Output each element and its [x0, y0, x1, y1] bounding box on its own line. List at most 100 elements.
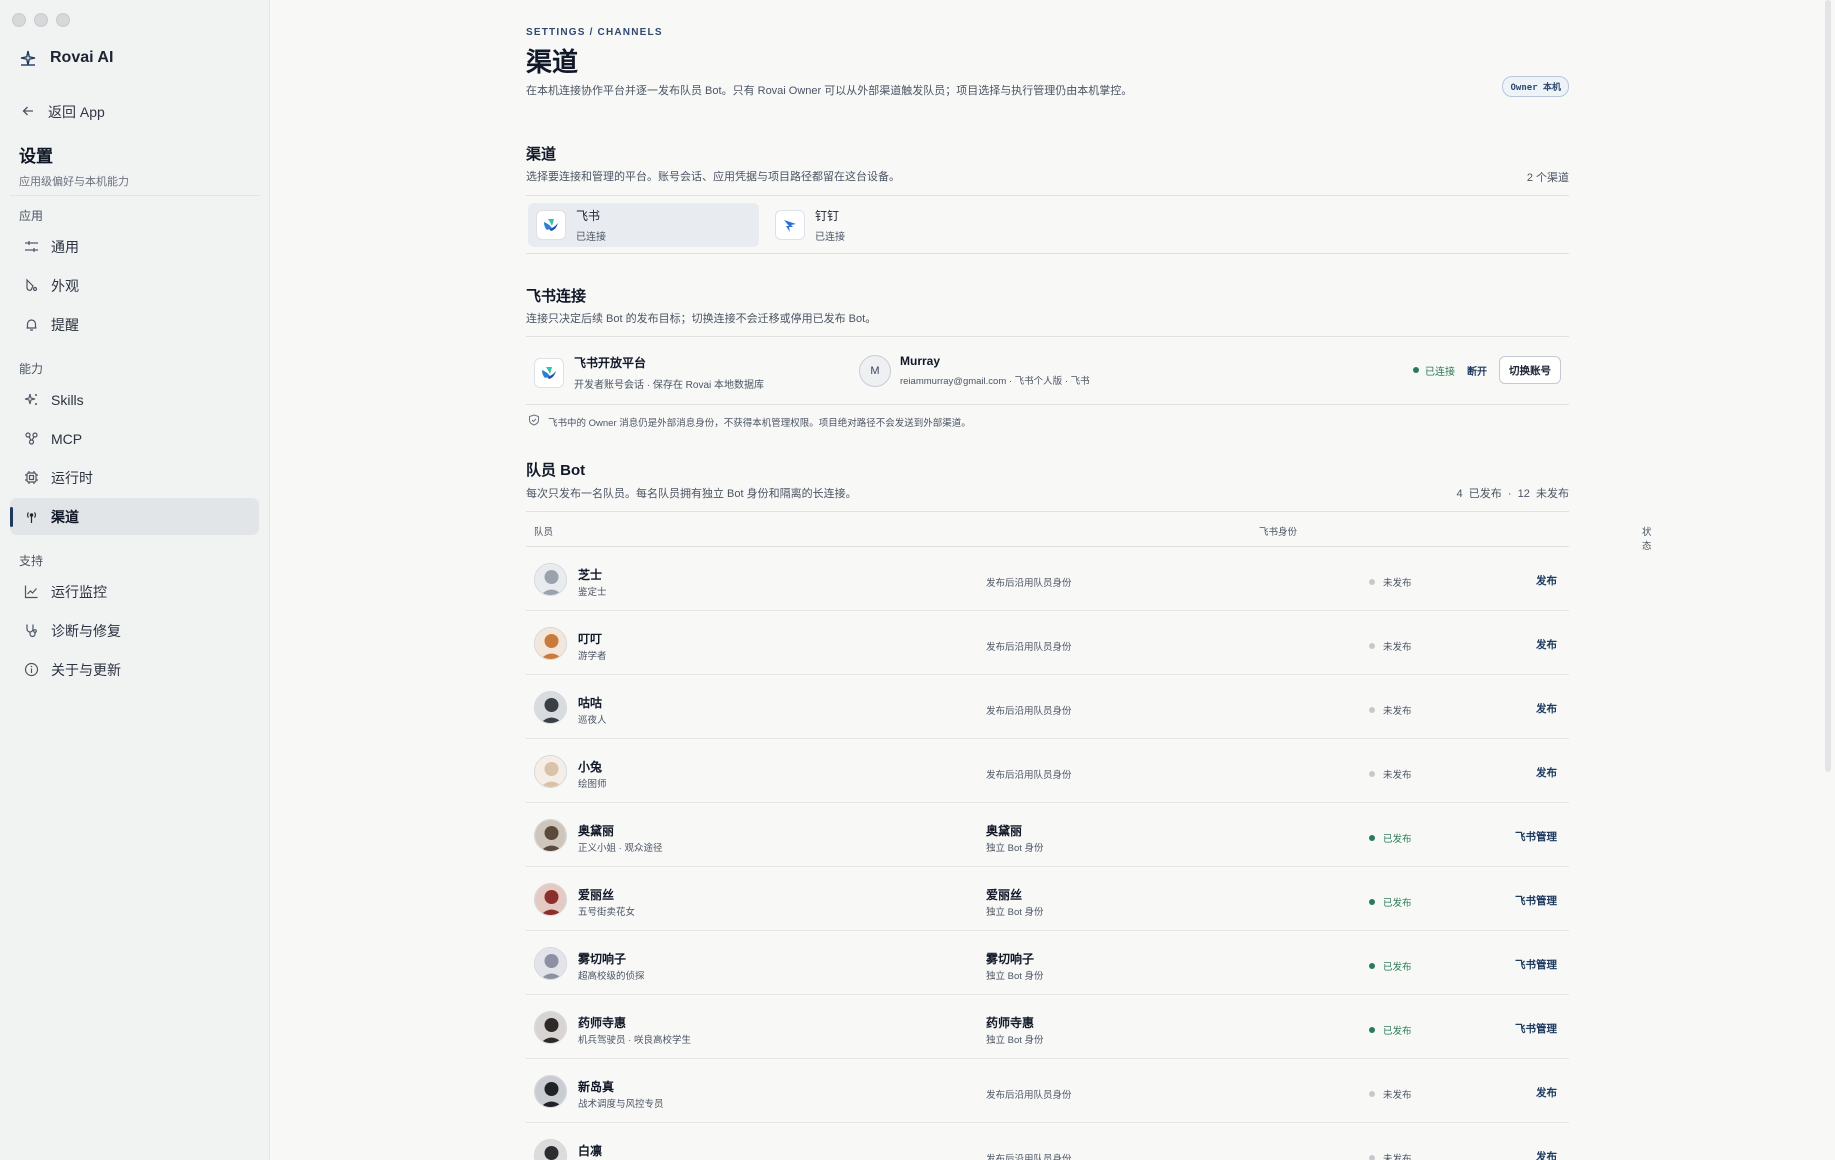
- sidebar-item-skills[interactable]: Skills: [10, 381, 259, 418]
- sidebar-item-reminders[interactable]: 提醒: [10, 306, 259, 343]
- minimize-window-button[interactable]: [34, 13, 48, 27]
- owner-badge: Owner 本机: [1502, 76, 1569, 97]
- sidebar-item-runtime[interactable]: 运行时: [10, 459, 259, 496]
- status-dot: [1369, 1091, 1375, 1097]
- member-role: 游学者: [578, 651, 607, 662]
- app-name: Rovai AI: [50, 49, 114, 66]
- platform-title: 飞书开放平台: [574, 356, 647, 370]
- divider: [526, 195, 1569, 196]
- avatar: [534, 755, 567, 788]
- manage-button[interactable]: 飞书管理: [1515, 957, 1557, 972]
- status-label: 已发布: [1383, 898, 1412, 909]
- channel-tab-dingtalk[interactable]: 钉钉 已连接: [767, 203, 998, 247]
- member-role: 战术调度与风控专员: [578, 1099, 664, 1110]
- bot-identity-type: 独立 Bot 身份: [986, 971, 1044, 982]
- zoom-window-button[interactable]: [56, 13, 70, 27]
- avatar: M: [859, 354, 891, 387]
- sidebar-item-monitoring[interactable]: 运行监控: [10, 573, 259, 610]
- member-name: 雾切响子: [578, 952, 627, 966]
- page-title: 渠道: [526, 47, 579, 77]
- member-name: 爱丽丝: [578, 888, 615, 902]
- connection-actions: 已连接 断开 切换账号: [1413, 356, 1561, 384]
- channel-name: 飞书: [576, 209, 601, 223]
- status-label: 未发布: [1383, 1154, 1412, 1160]
- feishu-logo-icon: [536, 210, 566, 240]
- status-dot: [1369, 707, 1375, 713]
- bots-counts: 4 已发布 · 12 未发布: [1456, 485, 1569, 501]
- arrow-left-icon: [22, 104, 34, 120]
- table-row: 爱丽丝 五号街卖花女 爱丽丝 独立 Bot 身份 已发布 飞书管理: [526, 867, 1569, 931]
- status-badge: 未发布: [1369, 767, 1412, 781]
- sidebar-item-general[interactable]: 通用: [10, 228, 259, 265]
- member-name: 叮叮: [578, 632, 603, 646]
- avatar: [534, 627, 567, 660]
- disconnect-button[interactable]: 断开: [1467, 363, 1487, 378]
- status-badge: 未发布: [1369, 575, 1412, 589]
- status-dot: [1369, 963, 1375, 969]
- sidebar-item-diagnostics[interactable]: 诊断与修复: [10, 612, 259, 649]
- info-icon: [23, 662, 39, 678]
- antenna-icon: [23, 509, 39, 525]
- table-row: 药师寺惠 机兵驾驶员 · 咲良高校学生 药师寺惠 独立 Bot 身份 已发布 飞…: [526, 995, 1569, 1059]
- manage-button[interactable]: 飞书管理: [1515, 829, 1557, 844]
- channel-tab-text: 飞书 已连接: [576, 207, 606, 243]
- sparkle-icon: [23, 392, 39, 408]
- avatar: [534, 819, 567, 852]
- platform-text: 飞书开放平台 开发者账号会话 · 保存在 Rovai 本地数据库: [574, 354, 764, 391]
- sidebar-item-about[interactable]: 关于与更新: [10, 651, 259, 688]
- switch-account-button[interactable]: 切换账号: [1499, 356, 1561, 384]
- table-row: 白凛 发布后沿用队员身份 未发布 发布: [526, 1123, 1569, 1160]
- manage-button[interactable]: 飞书管理: [1515, 893, 1557, 908]
- connection-section-description: 连接只决定后续 Bot 的发布目标；切换连接不会迁移或停用已发布 Bot。: [526, 313, 877, 325]
- bot-identity: 发布后沿用队员身份: [986, 1154, 1072, 1160]
- table-row: 奥黛丽 正义小姐 · 观众途径 奥黛丽 独立 Bot 身份 已发布 飞书管理: [526, 803, 1569, 867]
- member-name: 小兔: [578, 760, 603, 774]
- status-label: 未发布: [1383, 706, 1412, 717]
- member-role: 超高校级的侦探: [578, 971, 645, 982]
- sidebar-item-label: 运行时: [51, 469, 93, 486]
- divider: [526, 404, 1569, 405]
- unpublished-count: 12 未发布: [1517, 488, 1569, 500]
- page-description: 在本机连接协作平台并逐一发布队员 Bot。只有 Rovai Owner 可以从外…: [526, 85, 1133, 97]
- manage-button[interactable]: 飞书管理: [1515, 1021, 1557, 1036]
- status-label: 未发布: [1383, 578, 1412, 589]
- publish-button[interactable]: 发布: [1536, 1085, 1557, 1100]
- channel-tab-feishu[interactable]: 飞书 已连接: [528, 203, 759, 247]
- bot-identity-type: 独立 Bot 身份: [986, 907, 1044, 918]
- sidebar-item-appearance[interactable]: 外观: [10, 267, 259, 304]
- group-label-capabilities: 能力: [19, 362, 44, 376]
- status-badge: 已发布: [1369, 959, 1412, 973]
- bot-identity-type: 独立 Bot 身份: [986, 1035, 1044, 1046]
- back-to-app-button[interactable]: 返回 App: [22, 102, 105, 122]
- status-dot: [1369, 1027, 1375, 1033]
- publish-button[interactable]: 发布: [1536, 765, 1557, 780]
- close-window-button[interactable]: [12, 13, 26, 27]
- status-label: 未发布: [1383, 1090, 1412, 1101]
- avatar: [534, 947, 567, 980]
- status-badge: 未发布: [1369, 1087, 1412, 1101]
- status-dot: [1369, 1155, 1375, 1160]
- sidebar-item-mcp[interactable]: MCP: [10, 420, 259, 457]
- publish-button[interactable]: 发布: [1536, 573, 1557, 588]
- publish-button[interactable]: 发布: [1536, 1149, 1557, 1160]
- member-name: 白凛: [578, 1144, 603, 1158]
- avatar: [534, 883, 567, 916]
- chart-icon: [23, 584, 39, 600]
- bots-section-title: 队员 Bot: [526, 462, 586, 479]
- settings-header: 设置 应用级偏好与本机能力: [19, 142, 129, 189]
- column-header-status: 状态: [1642, 527, 1652, 552]
- status-badge: 已发布: [1369, 831, 1412, 845]
- shield-icon: [528, 414, 540, 429]
- channel-name: 钉钉: [815, 209, 840, 223]
- publish-button[interactable]: 发布: [1536, 637, 1557, 652]
- sidebar-item-label: 运行监控: [51, 583, 107, 600]
- publish-button[interactable]: 发布: [1536, 701, 1557, 716]
- sidebar-item-channels[interactable]: 渠道: [10, 498, 259, 535]
- feishu-logo-icon: [534, 357, 564, 388]
- separator: ·: [1507, 488, 1512, 500]
- status-label: 已发布: [1383, 834, 1412, 845]
- bot-identity-name: 奥黛丽: [986, 824, 1023, 838]
- column-header-member: 队员: [534, 527, 554, 538]
- status-dot: [1369, 579, 1375, 585]
- scrollbar[interactable]: [1825, 0, 1831, 772]
